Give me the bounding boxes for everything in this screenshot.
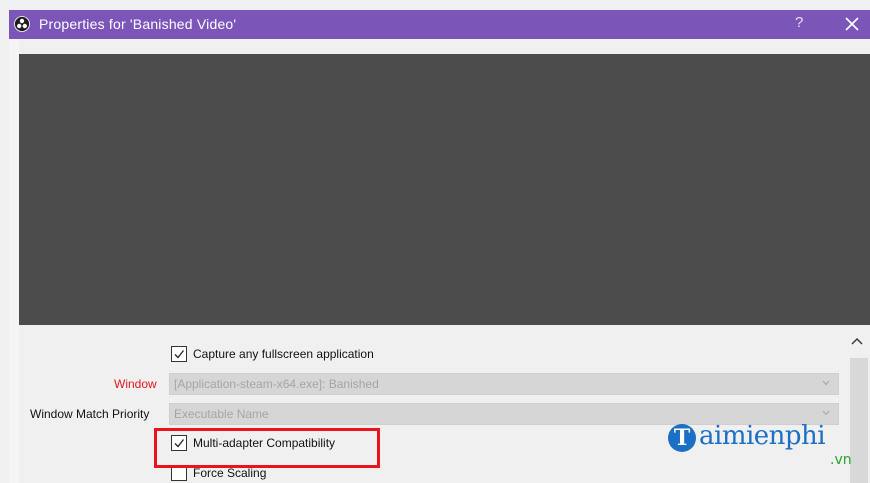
highlight-box bbox=[154, 428, 380, 468]
match-priority-label: Window Match Priority bbox=[30, 407, 150, 421]
window-select-value: [Application-steam-x64.exe]: Banished bbox=[174, 377, 379, 391]
chevron-down-icon bbox=[822, 410, 830, 416]
window-field-label: Window bbox=[114, 377, 157, 391]
logo-suffix: .vn bbox=[830, 452, 852, 468]
checkmark-icon bbox=[174, 350, 185, 359]
title-bar: Properties for 'Banished Video' ? bbox=[9, 10, 870, 39]
help-button[interactable]: ? bbox=[795, 14, 803, 31]
source-preview bbox=[19, 54, 870, 325]
capture-fullscreen-label: Capture any fullscreen application bbox=[193, 347, 374, 361]
capture-fullscreen-checkbox-row[interactable]: Capture any fullscreen application bbox=[171, 346, 431, 364]
window-select[interactable]: [Application-steam-x64.exe]: Banished bbox=[169, 373, 839, 395]
scroll-up-icon[interactable] bbox=[851, 336, 863, 346]
force-scaling-label: Force Scaling bbox=[193, 466, 267, 480]
capture-fullscreen-checkbox[interactable] bbox=[171, 346, 187, 362]
watermark-logo: T aimienphi .vn bbox=[666, 421, 866, 471]
window-title: Properties for 'Banished Video' bbox=[39, 16, 237, 32]
logo-letter: T bbox=[668, 424, 696, 452]
close-icon[interactable] bbox=[844, 16, 860, 32]
window-frame bbox=[9, 39, 19, 483]
match-priority-value: Executable Name bbox=[174, 407, 269, 421]
logo-word: aimienphi bbox=[699, 421, 826, 451]
chevron-down-icon bbox=[822, 380, 830, 386]
obs-app-icon bbox=[14, 16, 30, 32]
